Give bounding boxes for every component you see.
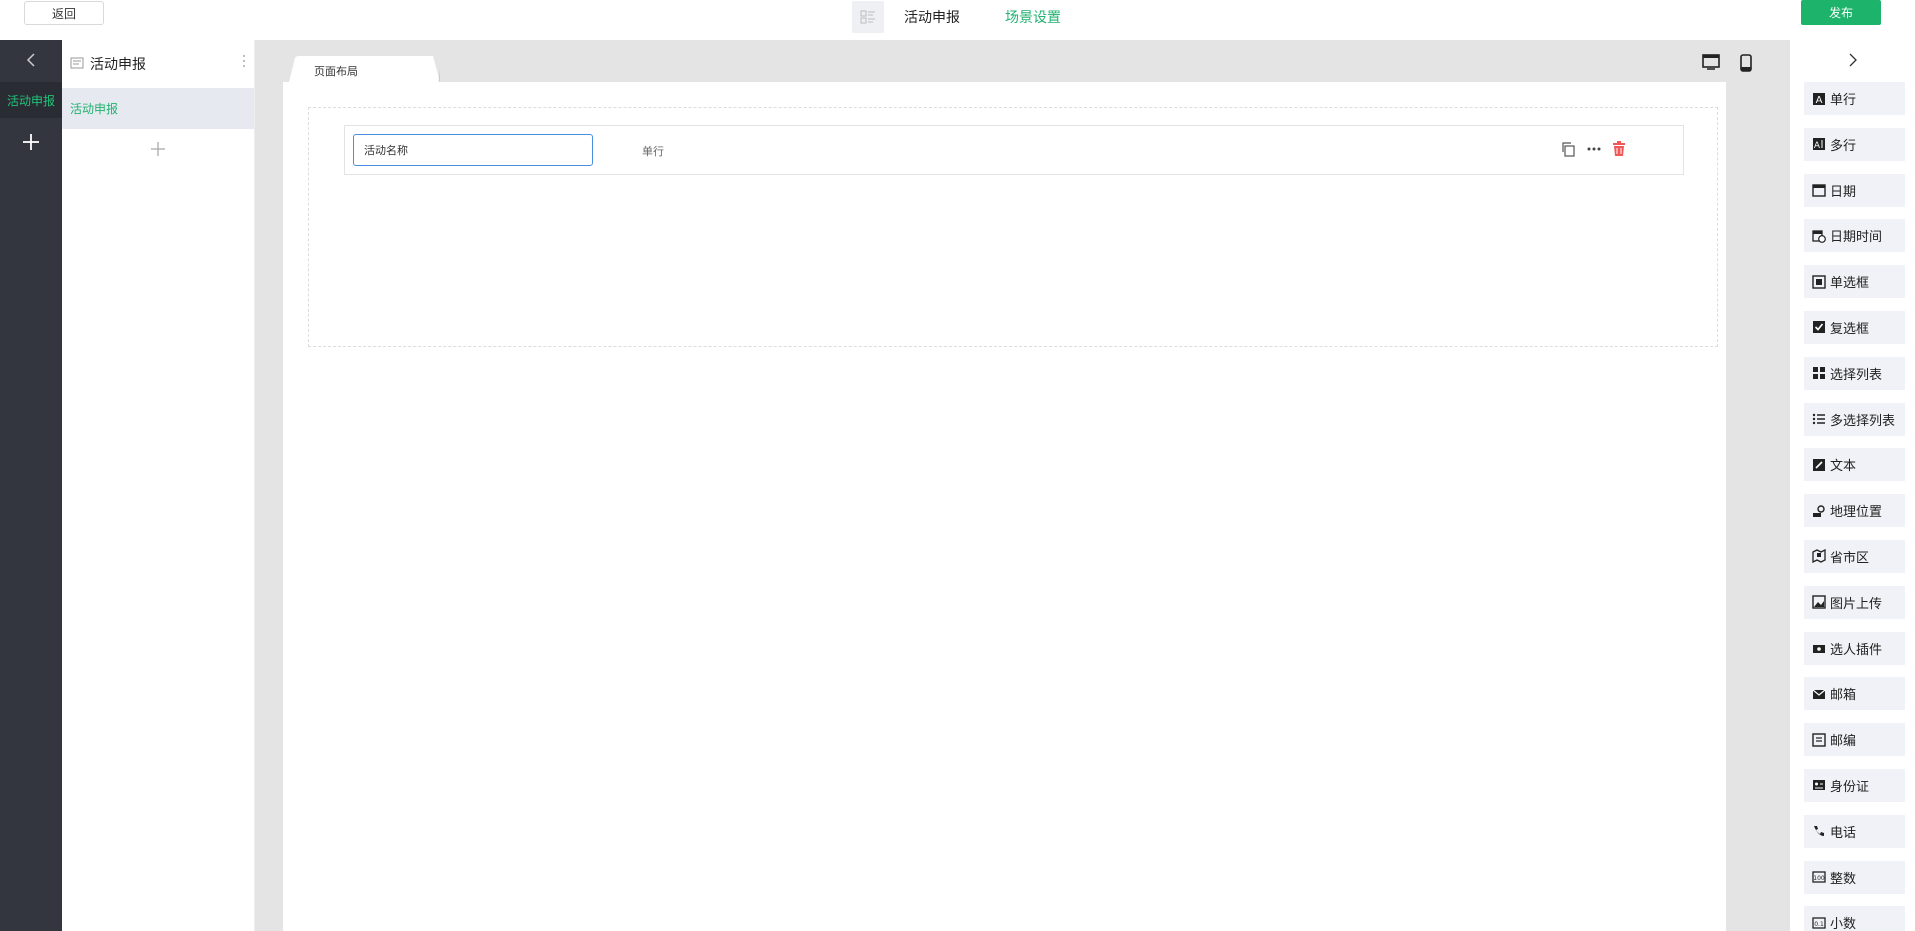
- widget-item[interactable]: A 多行: [1804, 127, 1905, 161]
- page-list-title: 活动申报: [90, 57, 146, 73]
- trash-icon[interactable]: [1612, 141, 1626, 160]
- widget-item-label: 邮编: [1830, 734, 1857, 750]
- chevron-left-icon[interactable]: [0, 40, 62, 80]
- widget-item-label: 小数: [1830, 917, 1857, 931]
- mail-icon: [1812, 687, 1826, 701]
- widget-item-label: 图片上传: [1830, 596, 1883, 612]
- widget-item-label: 复选框: [1830, 321, 1870, 337]
- widget-item[interactable]: 日期时间: [1804, 219, 1905, 253]
- device-switcher: [1702, 54, 1752, 75]
- widget-item[interactable]: 邮箱: [1804, 677, 1905, 711]
- integer-icon: 100: [1812, 870, 1826, 884]
- widget-item-label: 整数: [1830, 871, 1857, 887]
- svg-text:100: 100: [1813, 875, 1825, 882]
- widget-item-label: 选择列表: [1830, 367, 1883, 383]
- edit-icon: [1812, 458, 1826, 472]
- plus-icon[interactable]: [0, 122, 62, 162]
- radio-icon: [1812, 274, 1826, 289]
- widget-item[interactable]: 电话: [1804, 814, 1905, 848]
- widget-item-label: 多选择列表: [1830, 413, 1896, 429]
- svg-text:0.1: 0.1: [1814, 921, 1824, 928]
- widget-item-label: 日期时间: [1830, 230, 1883, 246]
- widget-item[interactable]: 邮编: [1804, 723, 1905, 757]
- multi-line-icon: A: [1812, 137, 1826, 151]
- person-picker-icon: [1812, 641, 1826, 655]
- widget-panel: A 单行 A 多行日期日期时间单选框复选框选择列表多选择列表文本地理位置省市区图片上传…: [1790, 40, 1915, 931]
- tab-scene-settings[interactable]: 场景设置: [1005, 7, 1061, 27]
- calendar-icon: [1812, 183, 1826, 197]
- widget-item[interactable]: 0.1 小数: [1804, 906, 1905, 931]
- widget-item-label: 单行: [1830, 93, 1857, 108]
- widget-item-label: 多行: [1830, 138, 1857, 154]
- left-rail: 活动申报: [0, 40, 62, 931]
- rail-item-activity[interactable]: 活动申报: [0, 82, 62, 118]
- field-actions: [1560, 141, 1626, 160]
- widget-item-label: 地理位置: [1830, 505, 1883, 521]
- widget-item-label: 文本: [1830, 459, 1857, 475]
- widget-item-label: 省市区: [1830, 550, 1870, 566]
- top-center: 活动申报 场景设置: [852, 0, 1061, 34]
- decimal-icon: 0.1: [1812, 916, 1826, 930]
- copy-icon[interactable]: [1560, 141, 1576, 160]
- checkbox-icon: [1812, 320, 1826, 334]
- page-list-header: 活动申报: [62, 40, 254, 88]
- widget-item[interactable]: 100 整数: [1804, 860, 1905, 894]
- more-vertical-icon[interactable]: [242, 54, 246, 71]
- page-list-panel: 活动申报 活动申报: [62, 40, 255, 931]
- widget-item-label: 日期: [1830, 184, 1857, 200]
- back-button[interactable]: 返回: [24, 1, 104, 25]
- widget-item[interactable]: 身份证: [1804, 768, 1905, 802]
- tab-page-layout[interactable]: 页面布局: [285, 56, 440, 82]
- widget-item[interactable]: A 单行: [1804, 82, 1905, 115]
- layout-list-icon[interactable]: [852, 1, 884, 33]
- widget-list: A 单行 A 多行日期日期时间单选框复选框选择列表多选择列表文本地理位置省市区图片上传…: [1804, 82, 1905, 931]
- form-icon: [70, 56, 84, 73]
- id-card-icon: [1812, 778, 1826, 792]
- widget-item-label: 邮箱: [1830, 688, 1857, 704]
- more-horizontal-icon[interactable]: [1586, 141, 1602, 160]
- widget-item-label: 电话: [1830, 825, 1857, 841]
- field-type-label: 单行: [642, 145, 664, 158]
- widget-item[interactable]: 图片上传: [1804, 585, 1905, 619]
- widget-item[interactable]: 单选框: [1804, 265, 1905, 299]
- chevron-right-icon[interactable]: [1790, 40, 1915, 80]
- phone-icon: [1812, 824, 1826, 838]
- widget-item-label: 选人插件: [1830, 642, 1883, 658]
- top-bar: 返回 活动申报 场景设置 发布: [0, 0, 1915, 40]
- map-icon: [1812, 549, 1826, 564]
- plus-icon[interactable]: [62, 129, 254, 169]
- single-line-icon: A: [1812, 92, 1826, 106]
- widget-item[interactable]: 日期: [1804, 173, 1905, 207]
- image-icon: [1812, 595, 1826, 609]
- widget-item[interactable]: 复选框: [1804, 310, 1905, 344]
- desktop-icon[interactable]: [1702, 54, 1720, 75]
- widget-item[interactable]: 选人插件: [1804, 631, 1905, 665]
- widget-item[interactable]: 文本: [1804, 448, 1905, 482]
- mobile-icon[interactable]: [1740, 54, 1752, 75]
- tab-form-title[interactable]: 活动申报: [904, 7, 960, 27]
- widget-item[interactable]: 省市区: [1804, 539, 1905, 573]
- widget-item-label: 单选框: [1830, 276, 1870, 292]
- page-list-item[interactable]: 活动申报: [62, 88, 254, 129]
- canvas-area: 页面布局 单行: [255, 40, 1790, 931]
- calendar-clock-icon: [1812, 229, 1826, 243]
- svg-text:A: A: [1814, 141, 1821, 151]
- widget-item-label: 身份证: [1830, 779, 1870, 795]
- widget-item[interactable]: 选择列表: [1804, 356, 1905, 390]
- postcode-icon: [1812, 732, 1826, 747]
- svg-text:A: A: [1816, 95, 1823, 106]
- publish-button[interactable]: 发布: [1801, 0, 1881, 25]
- location-icon: [1812, 504, 1826, 518]
- widget-item[interactable]: 多选择列表: [1804, 402, 1905, 436]
- form-canvas: 单行: [283, 82, 1726, 931]
- field-label-input[interactable]: [353, 134, 593, 166]
- drop-zone[interactable]: 单行: [308, 107, 1718, 347]
- grid-icon: [1812, 366, 1826, 380]
- widget-item[interactable]: 地理位置: [1804, 494, 1905, 528]
- list-icon: [1812, 412, 1826, 426]
- tab-page-layout-label: 页面布局: [314, 65, 358, 78]
- form-field-row[interactable]: 单行: [344, 125, 1684, 175]
